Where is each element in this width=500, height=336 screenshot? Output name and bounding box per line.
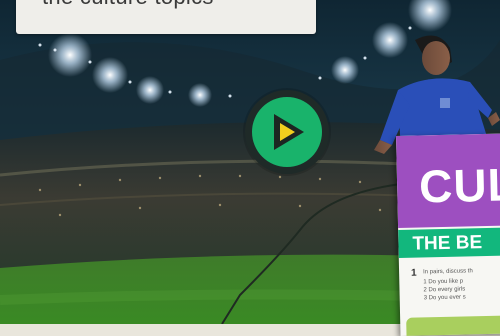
card-title: CUL: [418, 158, 500, 213]
card-line: 1 Do you like p: [423, 278, 464, 286]
card-line: 2 Do every girls: [423, 286, 466, 294]
play-icon-fill: [280, 123, 295, 141]
play-button-circle: [252, 97, 322, 167]
card-header: CUL: [396, 132, 500, 228]
card-line: In pairs, discuss th: [423, 268, 473, 276]
card-item-number: 1: [410, 267, 417, 279]
card-subtitle: THE BE: [412, 232, 483, 255]
card-footer: [406, 314, 500, 336]
caption-box: the culture topics: [16, 0, 316, 34]
card-line: 3 Do you ever s: [423, 294, 466, 302]
play-button[interactable]: [245, 90, 329, 174]
culture-card: CUL THE BE 1 In pairs, discuss th 1 Do y…: [396, 132, 500, 336]
caption-text: the culture topics: [42, 0, 214, 10]
